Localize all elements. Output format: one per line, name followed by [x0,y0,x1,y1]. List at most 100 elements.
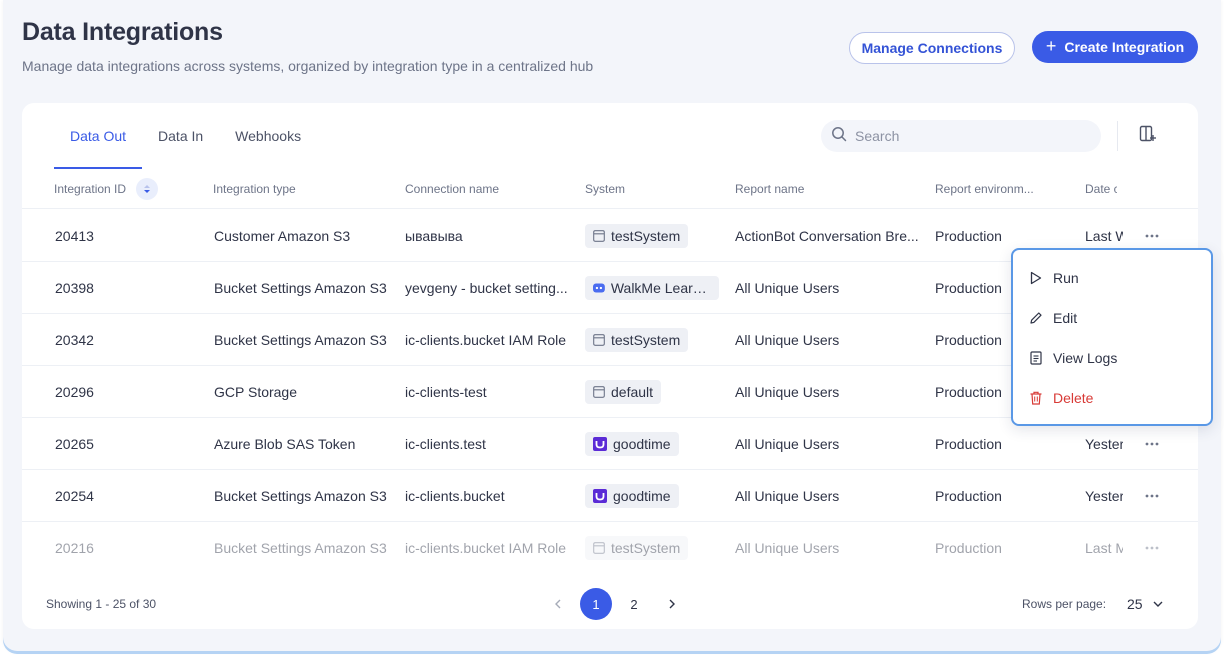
prev-page-button[interactable] [542,588,574,620]
menu-item-view-logs[interactable]: View Logs [1013,338,1211,378]
table-row[interactable]: 20254 Bucket Settings Amazon S3 ic-clients… [22,470,1198,522]
window-icon [593,230,605,242]
cell-report: All Unique Users [735,436,840,452]
table-footer: Showing 1 - 25 of 30 1 2 Rows per page: … [22,579,1198,629]
cell-type: Bucket Settings Amazon S3 [214,332,387,348]
column-header-date[interactable]: Date c [1085,169,1117,209]
pencil-icon [1029,311,1043,325]
goodtime-icon [593,489,607,503]
row-more-button[interactable] [1142,538,1162,558]
walkme-icon [593,282,605,294]
sort-button[interactable] [136,178,159,200]
goodtime-icon [593,437,607,451]
system-chip: testSystem [585,224,689,248]
cell-type: Bucket Settings Amazon S3 [214,540,387,556]
plus-icon: + [1045,36,1057,56]
cell-system: testSystem [585,210,730,262]
system-chip: testSystem [585,536,689,560]
next-page-button[interactable] [656,588,688,620]
cell-connection: ывавыва [405,228,463,244]
menu-item-run[interactable]: Run [1013,258,1211,298]
create-integration-label: Create Integration [1064,39,1185,55]
tab-data-out[interactable]: Data Out [54,103,143,169]
cell-report: All Unique Users [735,384,840,400]
rows-per-page-value: 25 [1127,596,1143,612]
cell-id: 20216 [55,540,94,556]
more-horizontal-icon [1145,494,1159,498]
system-chip: goodtime [585,432,679,456]
row-more-button[interactable] [1142,434,1162,454]
create-integration-button[interactable]: + Create Integration [1032,31,1198,63]
column-header-id-label: Integration ID [54,182,127,196]
cell-id: 20398 [55,280,94,296]
column-header-id[interactable]: Integration ID [54,169,204,209]
more-horizontal-icon [1145,234,1159,238]
cell-id: 20413 [55,228,94,244]
table-header: Integration ID Integration type Connecti… [22,169,1198,209]
column-header-environment[interactable]: Report environm... [935,169,1075,209]
system-chip-label: testSystem [611,540,681,556]
tab-webhooks[interactable]: Webhooks [219,103,317,169]
system-chip: goodtime [585,484,679,508]
page-button-1[interactable]: 1 [580,588,612,620]
system-chip: WalkMe Learn... [585,276,719,300]
column-header-report[interactable]: Report name [735,169,925,209]
cell-id: 20265 [55,436,94,452]
tab-data-in[interactable]: Data In [142,103,219,169]
system-chip-label: WalkMe Learn... [610,280,711,296]
manage-connections-button[interactable]: Manage Connections [849,32,1015,64]
cell-report: All Unique Users [735,280,840,296]
chevron-down-icon [1153,601,1163,607]
column-header-connection[interactable]: Connection name [405,169,575,209]
columns-add-icon [1139,125,1157,148]
page-subtitle: Manage data integrations across systems,… [22,58,594,74]
cell-id: 20296 [55,384,94,400]
cell-environment: Production [935,540,1002,556]
rows-per-page-select[interactable]: 25 [1127,579,1163,629]
menu-item-delete-label: Delete [1053,390,1094,406]
cell-report: All Unique Users [735,488,840,504]
cell-system: goodtime [585,470,730,522]
column-settings-button[interactable] [1137,125,1159,148]
search-icon [831,126,847,147]
row-actions-menu: Run Edit View Logs Delete [1011,248,1213,426]
menu-item-delete[interactable]: Delete [1013,378,1211,418]
page-button-2[interactable]: 2 [618,588,650,620]
search-input[interactable] [855,128,1075,144]
cell-system: goodtime [585,418,730,470]
cell-system: testSystem [585,522,730,574]
showing-count: Showing 1 - 25 of 30 [46,597,157,611]
cell-system: testSystem [585,314,730,366]
row-more-button[interactable] [1142,226,1162,246]
cell-report: All Unique Users [735,540,840,556]
cell-type: GCP Storage [214,384,298,400]
play-icon [1029,271,1043,285]
more-horizontal-icon [1145,546,1159,550]
sort-desc-icon [144,185,151,193]
row-more-button[interactable] [1142,486,1162,506]
column-header-system[interactable]: System [585,169,725,209]
cell-system: default [585,366,730,418]
tabs: Data Out Data In Webhooks [54,103,317,169]
cell-connection: ic-clients.bucket IAM Role [405,540,567,556]
window-icon [593,334,605,346]
chevron-left-icon [555,599,561,609]
cell-connection: ic-clients-test [405,384,487,400]
cell-date: Last M [1085,540,1123,556]
rows-per-page-label: Rows per page: [1022,597,1107,611]
cell-id: 20342 [55,332,94,348]
cell-connection: ic-clients.bucket IAM Role [405,332,567,348]
window-icon [593,542,605,554]
cell-report: ActionBot Conversation Bre... [735,228,919,244]
document-icon [1029,351,1043,365]
search-box[interactable] [821,120,1101,152]
cell-type: Azure Blob SAS Token [214,436,356,452]
system-chip-label: goodtime [613,436,671,452]
table-row[interactable]: 20216 Bucket Settings Amazon S3 ic-clients… [22,522,1198,574]
menu-item-edit[interactable]: Edit [1013,298,1211,338]
cell-system: WalkMe Learn... [585,262,730,314]
cell-id: 20254 [55,488,94,504]
toolbar-divider [1117,121,1118,151]
column-header-type[interactable]: Integration type [213,169,393,209]
trash-icon [1029,391,1043,405]
